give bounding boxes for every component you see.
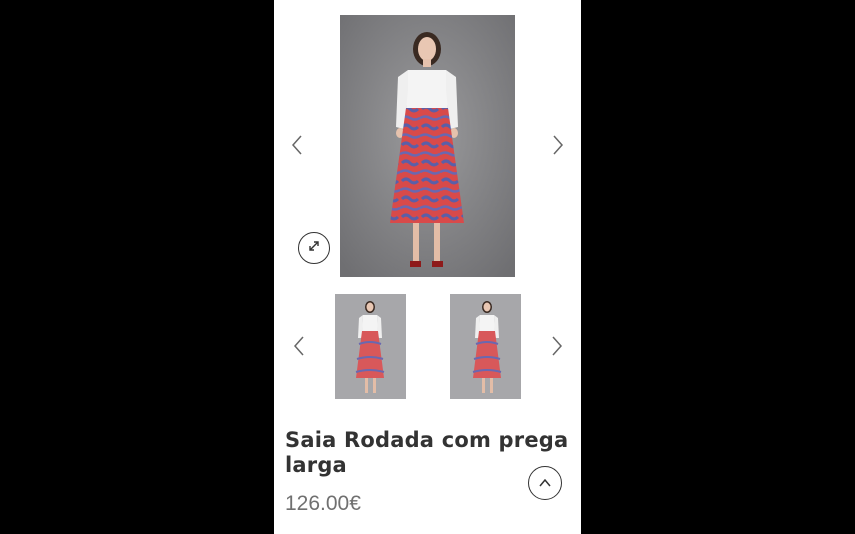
expand-icon — [308, 239, 320, 257]
chevron-left-icon — [291, 135, 302, 160]
product-price: 126.00€ — [285, 492, 361, 515]
thumbnail-1[interactable] — [335, 294, 406, 399]
thumbnail-2[interactable] — [450, 294, 521, 399]
chevron-right-icon — [552, 336, 563, 361]
chevron-up-icon — [539, 474, 551, 492]
thumbnails-prev-button[interactable] — [289, 336, 309, 360]
scroll-to-top-button[interactable] — [528, 466, 562, 500]
zoom-button[interactable] — [298, 232, 330, 264]
chevron-left-icon — [293, 336, 304, 361]
thumbnails-next-button[interactable] — [547, 336, 567, 360]
product-page: Saia Rodada com prega larga 126.00€ — [274, 0, 581, 534]
gallery-prev-button[interactable] — [287, 135, 307, 159]
chevron-right-icon — [553, 135, 564, 160]
main-product-image[interactable] — [340, 15, 515, 277]
gallery-next-button[interactable] — [548, 135, 568, 159]
